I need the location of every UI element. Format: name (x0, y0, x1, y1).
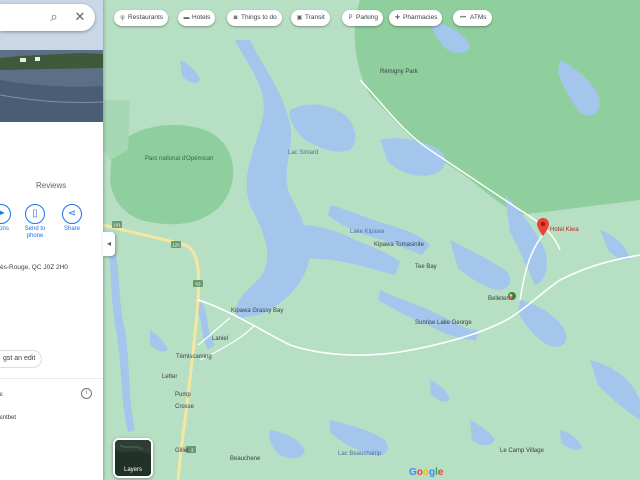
label-temiscaming: Témiscaming (176, 354, 212, 360)
label-south-west: Gillies (175, 448, 191, 454)
pharmacy-icon: ✚ (394, 15, 401, 21)
chip-things-to-do[interactable]: ◙ Things to do (227, 10, 282, 26)
label-tee-bay: Tee Bay (415, 264, 437, 270)
svg-text:63: 63 (195, 282, 201, 287)
suggest-edit-button[interactable]: ɡst an edit (0, 350, 43, 368)
parking-icon: P (348, 15, 353, 21)
label-route-lake: Sunrise Lake George (415, 320, 472, 326)
route-shield-63: 63 (193, 280, 203, 287)
label-town-b: Pump (175, 392, 191, 398)
fork-knife-icon: ψ (120, 15, 125, 21)
layers-label: Layers (123, 467, 142, 473)
tab-reviews[interactable]: Reviews (36, 181, 66, 190)
directions-button[interactable]: ➤ ctions (0, 204, 16, 233)
label-north-settlement: Rémigny Park (380, 69, 419, 75)
svg-text:101: 101 (113, 223, 121, 228)
label-park: Parc national d'Opémican (145, 156, 214, 162)
label-destination: Hotel Kiwa (550, 227, 579, 233)
label-lake-center: Lac Simard (288, 150, 318, 156)
chip-parking[interactable]: P Parking (342, 10, 384, 26)
section-text: ɛ (0, 392, 3, 398)
phone-icon: ▯ (25, 204, 45, 224)
layers-button[interactable]: Layers (113, 438, 153, 478)
label-south-lake: Lac Beauchamp (338, 451, 382, 457)
section-text-2: ɛntbet (0, 415, 17, 421)
info-icon[interactable]: i (81, 388, 92, 399)
action-buttons-row: ➤ ctions ▯ Send to phone ⋖ Share (0, 204, 103, 244)
close-icon[interactable]: ✕ (72, 9, 88, 25)
search-bar[interactable]: ⌕ ✕ (0, 4, 95, 31)
svg-text:⛽: ⛽ (509, 293, 515, 300)
bed-icon: ▬ (183, 15, 190, 21)
route-shield-125: 125 (171, 241, 181, 248)
label-laniel: Laniel (212, 336, 228, 342)
label-camp-village: Le Camp Village (500, 448, 545, 454)
label-south-settlement: Beauchene (230, 456, 261, 462)
google-logo: Google (409, 467, 444, 478)
chip-transit[interactable]: ▣ Transit (291, 10, 330, 26)
camera-icon: ◙ (233, 15, 238, 21)
label-town-c: Crosse (175, 404, 195, 410)
chip-restaurants[interactable]: ψ Restaurants (114, 10, 169, 26)
share-button[interactable]: ⋖ Share (57, 204, 87, 233)
chip-atms[interactable]: ••• ATMs (453, 10, 492, 26)
gas-station-marker[interactable]: ⛽ (508, 292, 516, 300)
label-lake-kipawa: Lake Kipawa (350, 229, 385, 235)
place-side-panel: Reviews ➤ ctions ▯ Send to phone ⋖ Share… (0, 0, 103, 480)
label-town-a: Letter (162, 374, 177, 380)
svg-text:125: 125 (172, 243, 180, 248)
address-text[interactable]: ès-Rouge, QC J0Z 2H0 (0, 264, 103, 271)
more-icon: ••• (459, 15, 467, 21)
send-to-phone-button[interactable]: ▯ Send to phone (20, 204, 50, 240)
label-bay: Kipawa Grassy Bay (231, 308, 283, 314)
bus-icon: ▣ (296, 15, 303, 21)
directions-icon: ➤ (0, 204, 11, 224)
forest-area-park (110, 124, 234, 225)
chip-hotels[interactable]: ▬ Hotels (178, 10, 216, 26)
search-icon[interactable]: ⌕ (46, 9, 62, 25)
collapse-panel-button[interactable]: ◂ (103, 232, 115, 256)
forest-area-south (103, 100, 130, 160)
destination-pin-icon[interactable] (537, 218, 549, 241)
share-icon: ⋖ (62, 204, 82, 224)
route-shield-101: 101 (112, 221, 122, 228)
chip-pharmacies[interactable]: ✚ Pharmacies (389, 10, 443, 26)
divider (0, 378, 103, 379)
label-attraction: Kipawa Tomasinite (374, 242, 425, 248)
